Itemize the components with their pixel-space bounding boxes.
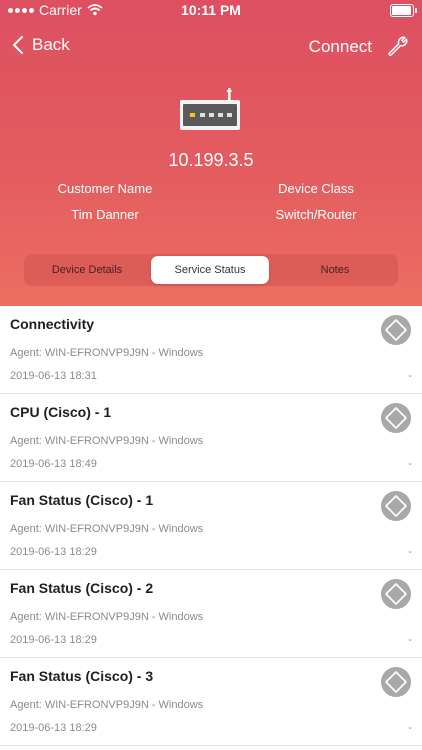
service-row[interactable]: CPU (Cisco) - 1 Agent: WIN-EFRONVP9J9N -… bbox=[0, 394, 422, 482]
battery-icon bbox=[390, 4, 417, 17]
tab-notes[interactable]: Notes bbox=[276, 256, 394, 284]
service-timestamp: 2019-06-13 18:49 bbox=[10, 458, 97, 470]
service-value: - bbox=[408, 722, 412, 734]
service-row[interactable]: Fan Status (Cisco) - 3 Agent: WIN-EFRONV… bbox=[0, 658, 422, 746]
service-list: Connectivity Agent: WIN-EFRONVP9J9N - Wi… bbox=[0, 306, 422, 746]
service-value: - bbox=[408, 546, 412, 558]
status-unknown-icon bbox=[381, 579, 411, 609]
segmented-control: Device Details Service Status Notes bbox=[24, 254, 398, 286]
back-button[interactable]: Back bbox=[12, 35, 70, 55]
service-name: Fan Status (Cisco) - 2 bbox=[10, 580, 154, 596]
tab-device-details[interactable]: Device Details bbox=[28, 256, 146, 284]
service-name: CPU (Cisco) - 1 bbox=[10, 404, 112, 420]
back-label: Back bbox=[32, 35, 70, 54]
service-value: - bbox=[408, 634, 412, 646]
header: Carrier 10:11 PM Back Connect 10.199.3.5… bbox=[0, 0, 422, 306]
service-timestamp: 2019-06-13 18:31 bbox=[10, 370, 97, 382]
service-row[interactable]: Connectivity Agent: WIN-EFRONVP9J9N - Wi… bbox=[0, 306, 422, 394]
device-class-value: Switch/Router bbox=[275, 207, 357, 222]
service-agent: Agent: WIN-EFRONVP9J9N - Windows bbox=[10, 611, 204, 623]
service-row[interactable]: Fan Status (Cisco) - 2 Agent: WIN-EFRONV… bbox=[0, 570, 422, 658]
connect-button[interactable]: Connect bbox=[309, 37, 372, 57]
service-timestamp: 2019-06-13 18:29 bbox=[10, 722, 97, 734]
service-value: - bbox=[408, 370, 412, 382]
status-unknown-icon bbox=[381, 315, 411, 345]
service-value: - bbox=[408, 458, 412, 470]
customer-name-label: Customer Name bbox=[57, 181, 153, 196]
router-icon bbox=[180, 88, 240, 130]
wrench-icon[interactable] bbox=[386, 34, 410, 58]
service-agent: Agent: WIN-EFRONVP9J9N - Windows bbox=[10, 347, 204, 359]
service-row[interactable]: Fan Status (Cisco) - 1 Agent: WIN-EFRONV… bbox=[0, 482, 422, 570]
service-name: Connectivity bbox=[10, 316, 95, 332]
chevron-left-icon bbox=[13, 36, 23, 54]
service-timestamp: 2019-06-13 18:29 bbox=[10, 634, 97, 646]
service-agent: Agent: WIN-EFRONVP9J9N - Windows bbox=[10, 435, 204, 447]
device-class-label: Device Class bbox=[278, 181, 354, 196]
service-name: Fan Status (Cisco) - 3 bbox=[10, 668, 154, 684]
customer-name-value: Tim Danner bbox=[71, 207, 139, 222]
service-timestamp: 2019-06-13 18:29 bbox=[10, 546, 97, 558]
service-agent: Agent: WIN-EFRONVP9J9N - Windows bbox=[10, 523, 204, 535]
status-unknown-icon bbox=[381, 667, 411, 697]
status-bar: Carrier 10:11 PM bbox=[0, 0, 422, 22]
service-name: Fan Status (Cisco) - 1 bbox=[10, 492, 154, 508]
device-ip: 10.199.3.5 bbox=[168, 150, 254, 170]
status-unknown-icon bbox=[381, 491, 411, 521]
tab-service-status[interactable]: Service Status bbox=[151, 256, 269, 284]
service-agent: Agent: WIN-EFRONVP9J9N - Windows bbox=[10, 699, 204, 711]
status-unknown-icon bbox=[381, 403, 411, 433]
clock: 10:11 PM bbox=[181, 2, 241, 18]
